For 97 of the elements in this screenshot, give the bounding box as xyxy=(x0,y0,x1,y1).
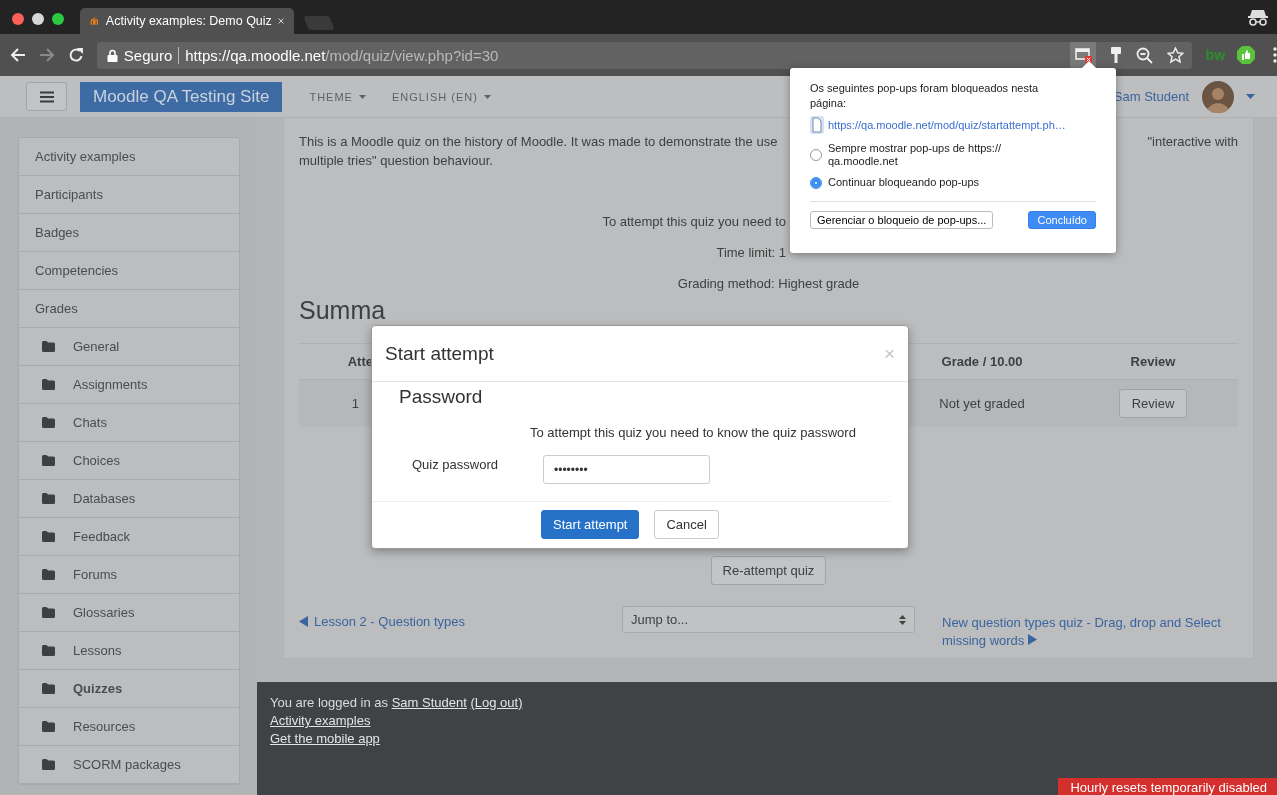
folder-icon xyxy=(42,759,55,770)
dialog-message: To attempt this quiz you need to know the quiz password xyxy=(530,425,857,440)
status-notice: Hourly resets temporarily disabled xyxy=(1058,778,1277,795)
sidebar-item[interactable]: Feedback xyxy=(19,518,239,556)
quiz-info-text: Grading method: Highest grade xyxy=(677,276,860,291)
intro-text: multiple tries" question behaviour. xyxy=(299,152,493,170)
intro-text: "interactive with xyxy=(1147,133,1238,151)
sidebar-item[interactable]: Activity examples xyxy=(19,138,239,176)
next-activity-link[interactable]: New question types quiz - Drag, drop and Select missing words xyxy=(942,614,1232,650)
lock-icon xyxy=(106,48,118,62)
zoom-window-button[interactable] xyxy=(52,13,64,25)
browser-tab[interactable]: Activity examples: Demo Quiz xyxy=(80,8,294,34)
sidebar-item[interactable]: Resources xyxy=(19,708,239,746)
folder-icon xyxy=(42,417,55,428)
incognito-icon xyxy=(1247,8,1269,26)
zoom-out-icon[interactable] xyxy=(1135,46,1153,64)
back-icon[interactable] xyxy=(10,47,26,63)
folder-icon xyxy=(42,531,55,542)
previous-activity-link[interactable]: Lesson 2 - Question types xyxy=(299,614,622,629)
blocked-url-link[interactable]: https://qa.moodle.net/mod/quiz/startattempt.ph… xyxy=(828,119,1066,131)
jump-to-select[interactable]: Jump to... xyxy=(622,606,915,633)
section-heading: Summa xyxy=(299,298,386,322)
minimize-window-button[interactable] xyxy=(32,13,44,25)
folder-icon xyxy=(42,455,55,466)
folder-icon xyxy=(42,341,55,352)
password-field[interactable]: •••••••• xyxy=(543,455,710,484)
quiz-info-text: Time limit: 1 xyxy=(716,245,786,260)
updown-arrows-icon xyxy=(899,614,906,625)
table-cell-text: Not yet graded xyxy=(938,396,1026,411)
document-icon xyxy=(810,116,824,134)
sidebar-item[interactable]: Lessons xyxy=(19,632,239,670)
key-icon[interactable] xyxy=(1109,46,1122,64)
sidebar-item[interactable]: Grades xyxy=(19,290,239,328)
nav-menu[interactable]: ENGLISH (EN) xyxy=(391,90,491,103)
user-link[interactable]: Sam Student xyxy=(391,695,467,710)
sidebar-item[interactable]: Forums xyxy=(19,556,239,594)
folder-icon xyxy=(42,379,55,390)
blocked-popup-icon[interactable] xyxy=(1069,42,1096,68)
menu-icon[interactable] xyxy=(1273,47,1277,63)
sidebar-item[interactable]: SCORM packages xyxy=(19,746,239,784)
login-info-text: You are logged in as Sam Student (Log out) xyxy=(270,694,524,712)
folder-icon xyxy=(42,569,55,580)
radio-label: Sempre mostrar pop-ups de https:// qa.moodle.net xyxy=(828,142,1003,168)
close-window-button[interactable] xyxy=(12,13,24,25)
star-icon[interactable] xyxy=(1166,46,1184,64)
site-name[interactable]: Moodle QA Testing Site xyxy=(80,81,283,112)
folder-icon xyxy=(42,683,55,694)
sidebar-item[interactable]: Assignments xyxy=(19,366,239,404)
left-triangle-icon xyxy=(299,616,308,627)
address-bar[interactable]: Seguro https://qa.moodle.net/mod/quiz/view.php?id=30 xyxy=(96,41,1192,69)
folder-icon xyxy=(42,721,55,732)
reload-icon[interactable] xyxy=(67,47,84,63)
dialog-title: Start attempt xyxy=(385,342,494,365)
sidebar-item[interactable]: Chats xyxy=(19,404,239,442)
sidebar-item[interactable]: General xyxy=(19,328,239,366)
site-icon xyxy=(90,15,100,27)
sidebar-item[interactable]: Choices xyxy=(19,442,239,480)
caret-icon xyxy=(358,94,366,99)
nav-menu[interactable]: THEME xyxy=(309,90,366,103)
menu-icon xyxy=(39,90,54,103)
radio-button[interactable] xyxy=(810,176,822,189)
caret-icon[interactable] xyxy=(1246,94,1255,99)
bubble-message: Os seguintes pop-ups foram bloqueados nesta página: xyxy=(810,81,1040,111)
folder-icon xyxy=(42,645,55,656)
caret-icon xyxy=(483,94,491,99)
reattempt-button[interactable]: Re-attempt quiz xyxy=(710,556,827,585)
field-label: Quiz password xyxy=(412,457,499,472)
dialog-button[interactable]: Cancel xyxy=(654,510,719,539)
logout-link[interactable]: (Log out) xyxy=(470,695,523,710)
sidebar-item[interactable]: Competencies xyxy=(19,252,239,290)
close-icon[interactable] xyxy=(277,16,284,26)
review-button[interactable]: Review xyxy=(1118,389,1188,418)
manage-button[interactable]: Gerenciar o bloqueio de pop-ups... xyxy=(810,211,994,229)
sidebar-item[interactable]: Databases xyxy=(19,480,239,518)
footer-link[interactable]: Activity examples xyxy=(270,713,371,728)
avatar[interactable] xyxy=(1202,80,1234,113)
column-header: Atte xyxy=(346,354,374,369)
dialog-button[interactable]: Start attempt xyxy=(541,510,640,539)
sidebar-item[interactable]: Quizzes xyxy=(19,670,239,708)
folder-icon xyxy=(42,607,55,618)
done-button[interactable]: Concluído xyxy=(1028,211,1096,229)
fieldset-legend: Password xyxy=(399,386,872,408)
sidebar-item[interactable]: Badges xyxy=(19,214,239,252)
right-triangle-icon xyxy=(1027,634,1037,645)
column-header: Review xyxy=(1129,354,1177,369)
footer-link[interactable]: Get the mobile app xyxy=(270,731,380,746)
thumbs-up-icon[interactable] xyxy=(1237,46,1255,64)
intro-text: This is a Moodle quiz on the history of Moodle. It was made to demonstrate the use xyxy=(299,133,778,151)
sidebar-item[interactable]: Glossaries xyxy=(19,594,239,632)
sidebar-item[interactable]: Participants xyxy=(19,176,239,214)
url-text: https://qa.moodle.net/mod/quiz/view.php?id=30 xyxy=(185,46,499,64)
radio-label: Continuar bloqueando pop-ups xyxy=(828,176,980,189)
column-header: Grade / 10.00 xyxy=(940,354,1024,369)
menu-button[interactable] xyxy=(26,82,67,111)
folder-icon xyxy=(42,493,55,504)
quiz-info-text: To attempt this quiz you need to xyxy=(602,214,786,229)
security-label: Seguro xyxy=(123,46,180,64)
